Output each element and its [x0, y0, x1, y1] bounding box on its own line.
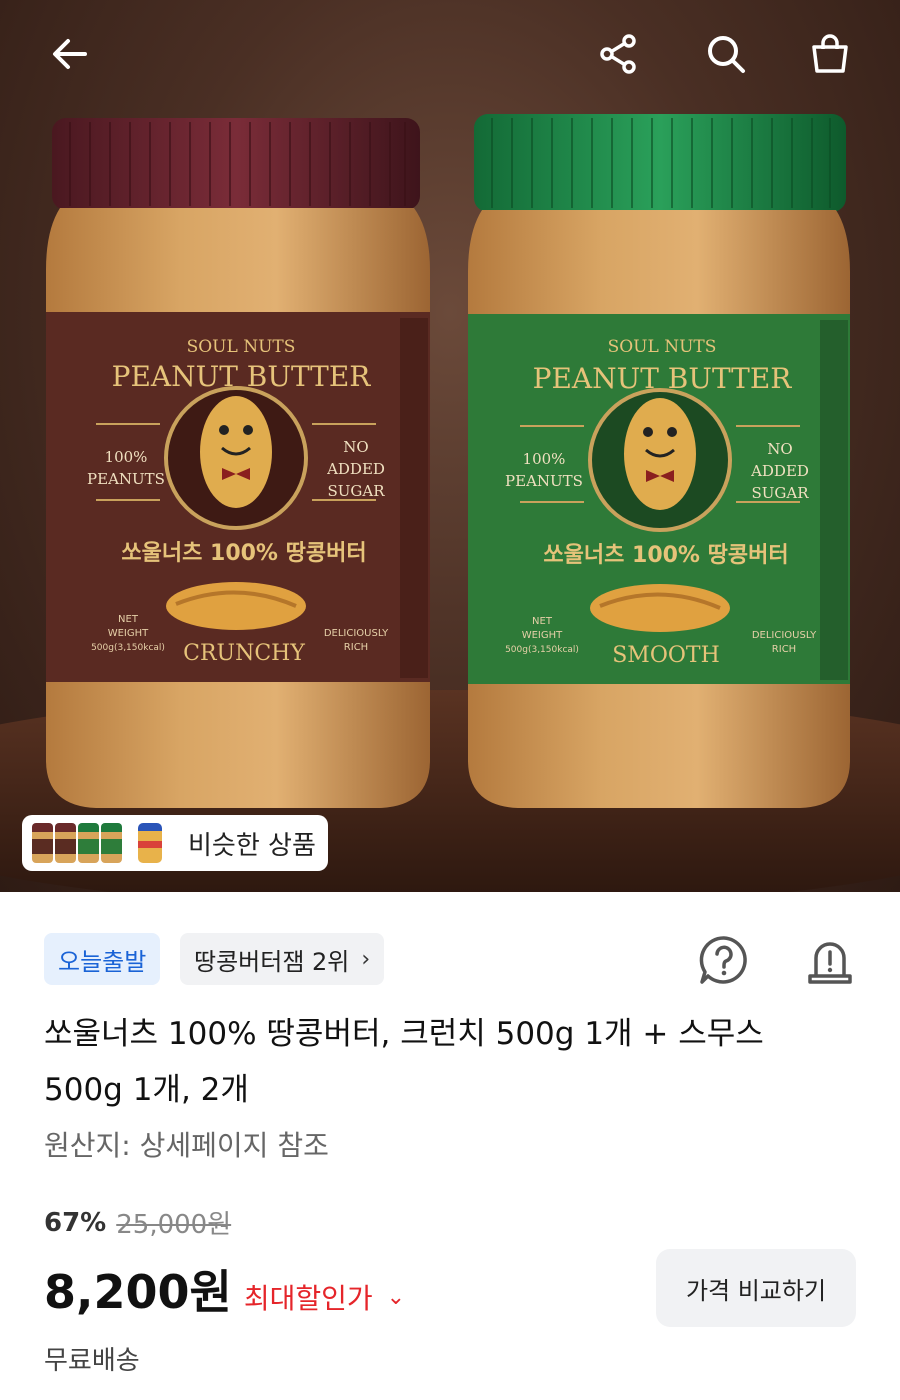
jar-left-variant: CRUNCHY	[183, 641, 305, 666]
jar-right-brand: SOUL NUTS	[608, 337, 717, 357]
jar-left-claim-4: ADDED	[326, 460, 385, 478]
chevron-right-icon: ›	[361, 946, 371, 972]
search-icon[interactable]	[696, 24, 756, 84]
jar-smooth: SOUL NUTS PEANUT BUTTER 100% PEANUTS NO …	[468, 114, 850, 808]
product-title-line-1: 쏘울너츠 100% 땅콩버터, 크런치 500g 1개 + 스무스	[44, 1016, 764, 1052]
thumbnail-brown-jar	[55, 823, 76, 863]
jar-left-product: PEANUT BUTTER	[112, 360, 372, 393]
category-rank-badge[interactable]: 땅콩버터잼 2위 ›	[180, 933, 385, 985]
jar-right-tagline-2: RICH	[772, 644, 796, 655]
jar-right-claim-5: SUGAR	[751, 484, 809, 502]
product-image-hero[interactable]: SOUL NUTS PEANUT BUTTER 100% PEANUTS NO …	[0, 0, 900, 892]
max-discount-label: 최대할인가	[243, 1282, 373, 1315]
jar-crunchy: SOUL NUTS PEANUT BUTTER 100% PEANUTS NO …	[46, 118, 430, 808]
cart-icon[interactable]	[800, 24, 860, 84]
jar-left-net-1: NET	[118, 614, 139, 625]
jar-left-korean-name: 쏘울너츠 100% 땅콩버터	[121, 541, 366, 566]
jar-right-claim-1: 100%	[523, 450, 566, 468]
jar-left-net-2: WEIGHT	[108, 628, 149, 639]
similar-products-button[interactable]: 비슷한 상품	[22, 815, 328, 871]
product-title: 쏘울너츠 100% 땅콩버터, 크런치 500g 1개 + 스무스 500g 1…	[44, 1006, 844, 1118]
jar-left-claim-3: NO	[343, 438, 368, 456]
jar-right-net-3: 500g(3,150kcal)	[505, 645, 579, 655]
jar-right-net-2: WEIGHT	[522, 630, 563, 641]
similar-products-label: 비슷한 상품	[188, 830, 316, 861]
share-icon[interactable]	[588, 24, 648, 84]
origin-info: 원산지: 상세페이지 참조	[44, 1129, 329, 1162]
max-discount-dropdown[interactable]: 최대할인가 ⌄	[244, 1277, 405, 1317]
jar-right-claim-2: PEANUTS	[505, 472, 583, 490]
chevron-down-icon: ⌄	[386, 1284, 406, 1310]
thumbnail-other-jar	[138, 823, 162, 863]
question-icon[interactable]	[696, 932, 752, 988]
discount-row: 67% 25,000원	[44, 1204, 231, 1241]
original-price: 25,000원	[116, 1210, 232, 1240]
thumbnail-green-jar	[101, 823, 122, 863]
discount-percent: 67%	[44, 1207, 107, 1238]
shipping-info: 무료배송	[44, 1346, 140, 1376]
product-title-line-2: 500g 1개, 2개	[44, 1072, 249, 1108]
jar-left-claim-1: 100%	[105, 448, 148, 466]
jar-right-claim-4: ADDED	[750, 462, 809, 480]
jar-left-claim-2: PEANUTS	[87, 470, 165, 488]
thumbnail-brown-jar	[32, 823, 53, 863]
jar-right-product: PEANUT BUTTER	[533, 362, 793, 395]
price-compare-button[interactable]: 가격 비교하기	[656, 1249, 856, 1327]
jar-left-tagline-2: RICH	[344, 642, 368, 653]
back-arrow-icon[interactable]	[40, 24, 100, 84]
similar-thumbnails	[32, 823, 172, 863]
today-shipping-badge: 오늘출발	[44, 933, 161, 985]
price-row: 8,200원 최대할인가 ⌄	[44, 1256, 405, 1322]
jar-left-net-3: 500g(3,150kcal)	[91, 643, 165, 653]
product-photo: SOUL NUTS PEANUT BUTTER 100% PEANUTS NO …	[0, 114, 900, 892]
category-rank-label: 땅콩버터잼 2위	[194, 947, 350, 976]
jar-right-variant: SMOOTH	[612, 643, 720, 668]
jar-right-claim-3: NO	[767, 440, 792, 458]
report-siren-icon[interactable]	[802, 932, 858, 988]
jar-left-tagline-1: DELICIOUSLY	[324, 628, 389, 639]
jar-right-net-1: NET	[532, 616, 553, 627]
jar-left-brand: SOUL NUTS	[187, 337, 296, 357]
jar-left-claim-5: SUGAR	[327, 482, 385, 500]
sale-price: 8,200원	[44, 1265, 232, 1319]
thumbnail-green-jar	[78, 823, 99, 863]
jar-right-korean-name: 쏘울너츠 100% 땅콩버터	[543, 543, 788, 568]
jar-right-tagline-1: DELICIOUSLY	[752, 630, 817, 641]
